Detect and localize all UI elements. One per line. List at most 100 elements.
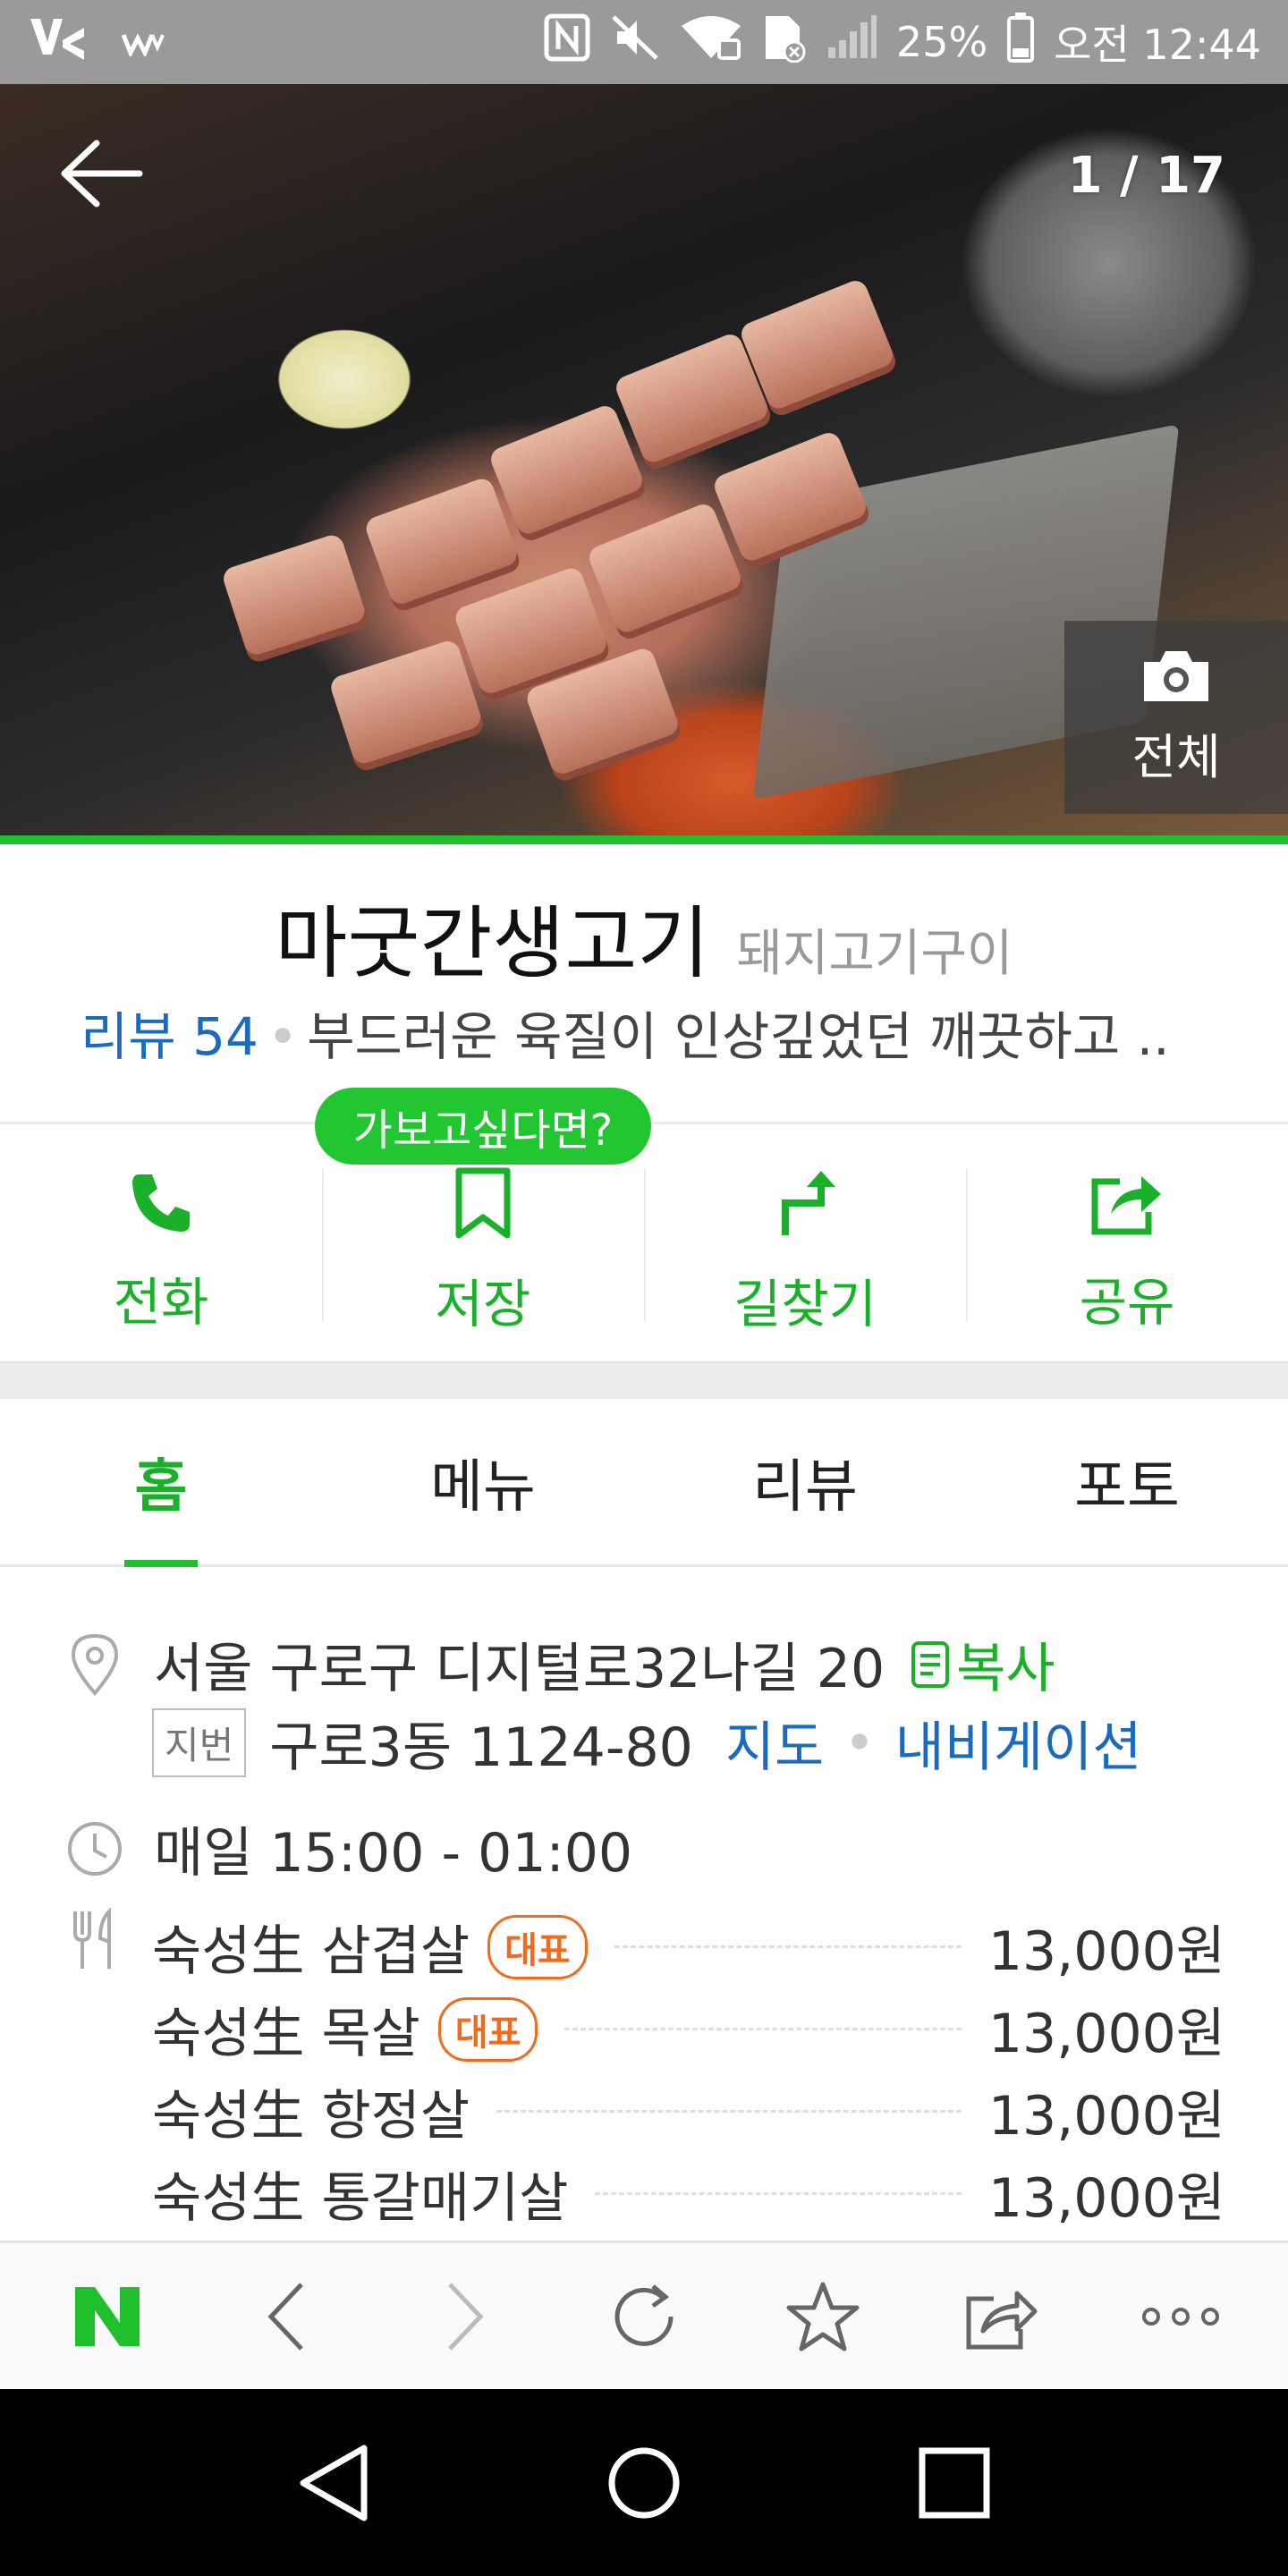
photo-counter: 1 / 17	[1067, 147, 1225, 205]
review-summary[interactable]: 리뷰 54 • 부드러운 육질이 인상깊었던 깨끗하고 ..	[80, 995, 1243, 1070]
v-logo-icon	[27, 13, 89, 72]
place-header: 마굿간생고기 돼지고기구이 리뷰 54 • 부드러운 육질이 인상깊었던 깨끗하고 …	[0, 844, 1288, 1122]
system-nav-bar	[0, 2389, 1288, 2576]
menu-item-price: 13,000원	[987, 2085, 1225, 2148]
hero-divider	[0, 835, 1288, 844]
save-tooltip-bubble: 가보고싶다면?	[315, 1088, 651, 1165]
jibun-address: 구로3동 1124-80	[269, 1716, 693, 1779]
tab-menu[interactable]: 메뉴	[322, 1399, 644, 1564]
map-link[interactable]: 지도	[725, 1704, 824, 1782]
naver-home-button[interactable]	[54, 2263, 161, 2370]
menu-item-name: 숙성生 통갈매기살	[152, 2167, 569, 2230]
hours-row: 매일 15:00 - 01:00	[63, 1809, 632, 1887]
copy-address-button[interactable]: 복사	[910, 1625, 1055, 1703]
tab-home[interactable]: 홈	[0, 1399, 322, 1564]
navigation-link[interactable]: 내비게이션	[895, 1704, 1142, 1782]
reload-button[interactable]	[590, 2263, 698, 2370]
copy-icon	[911, 1640, 950, 1688]
signature-badge: 대표	[487, 1914, 588, 1979]
fork-knife-icon	[63, 1908, 127, 1972]
hero-photo[interactable]: 1 / 17 전체	[0, 84, 1288, 837]
tab-photos[interactable]: 포토	[966, 1399, 1288, 1564]
photo-meat-piece	[585, 500, 748, 643]
mute-icon	[610, 13, 660, 72]
chevron-right-icon	[448, 2282, 484, 2351]
menu-item[interactable]: 숙성生 삼겹살 대표 13,000원	[152, 1908, 1225, 1986]
wifi-icon	[680, 13, 742, 72]
photo-meat-piece	[220, 532, 370, 665]
browser-back-button[interactable]	[233, 2263, 340, 2370]
menu-item[interactable]: 숙성生 목살 대표 13,000원	[152, 1990, 1225, 2068]
menu-item-price: 13,000원	[987, 2003, 1225, 2065]
info-section: 서울 구로구 디지털로32나길 20 복사 지번 구로3동 1124-80 지도…	[0, 1570, 1288, 2241]
chevron-left-icon	[267, 2282, 303, 2351]
separator-dot: •	[267, 1006, 299, 1067]
share-icon	[966, 2291, 1038, 2349]
separator-dot: •	[843, 1711, 876, 1775]
more-button[interactable]	[1127, 2263, 1234, 2370]
action-bar: 전화 저장 길찾기 공유	[0, 1124, 1288, 1361]
share-icon	[1091, 1175, 1161, 1234]
menu-item-name: 숙성生 목살	[152, 2003, 420, 2065]
clock-icon	[63, 1817, 127, 1881]
clock: 오전 12:44	[1054, 21, 1261, 69]
all-photos-label: 전체	[1131, 728, 1221, 785]
battery-percent: 25%	[895, 18, 988, 66]
all-photos-button[interactable]: 전체	[1064, 621, 1288, 814]
place-category: 돼지고기구이	[736, 925, 1013, 983]
nav-home-button[interactable]	[586, 2425, 702, 2541]
square-recents-icon	[919, 2447, 990, 2518]
hours-text: 매일 15:00 - 01:00	[154, 1822, 633, 1885]
menu-item[interactable]: 숙성生 항정살 13,000원	[152, 2072, 1225, 2150]
battery-icon	[1007, 12, 1035, 72]
dotted-leader	[614, 1945, 962, 1948]
copy-label: 복사	[956, 1638, 1055, 1700]
section-gap	[0, 1361, 1288, 1399]
menu-item-price: 13,000원	[987, 2167, 1225, 2230]
review-count-link[interactable]: 리뷰 54	[80, 1006, 258, 1067]
signal-icon	[826, 14, 877, 70]
save-label: 저장	[435, 1273, 531, 1335]
directions-label: 길찾기	[733, 1273, 877, 1335]
call-label: 전화	[113, 1271, 209, 1333]
location-pin-icon	[63, 1632, 127, 1697]
browser-share-button[interactable]	[948, 2263, 1055, 2370]
menu-item-name: 숙성生 항정살	[152, 2085, 470, 2148]
browser-toolbar	[0, 2241, 1288, 2389]
arrow-left-icon	[61, 140, 143, 208]
phone-icon	[132, 1174, 190, 1232]
review-snippet: 부드러운 육질이 인상깊었던 깨끗하고 ..	[307, 1006, 1170, 1067]
menu-item[interactable]: 숙성生 통갈매기살 13,000원	[152, 2155, 1225, 2233]
nav-recents-button[interactable]	[896, 2425, 1013, 2541]
browser-forward-button[interactable]	[411, 2263, 519, 2370]
tab-bar: 홈 메뉴 리뷰 포토	[0, 1399, 1288, 1567]
back-button[interactable]	[57, 138, 156, 218]
share-button[interactable]: 공유	[966, 1124, 1288, 1361]
bookmark-star-button[interactable]	[769, 2263, 877, 2370]
place-name: 마굿간생고기	[275, 897, 710, 989]
menu-item-name: 숙성生 삼겹살	[152, 1920, 470, 1983]
photo-meat-piece	[487, 402, 649, 545]
jibun-badge: 지번	[152, 1708, 247, 1777]
triangle-back-icon	[300, 2445, 368, 2521]
more-dots-icon	[1142, 2307, 1219, 2326]
address-row: 서울 구로구 디지털로32나길 20 복사	[63, 1625, 1055, 1703]
bookmark-icon	[455, 1167, 511, 1238]
photo-meat-piece	[327, 638, 487, 774]
nfc-icon	[544, 13, 590, 72]
dotted-leader	[595, 2192, 962, 2195]
reload-icon	[614, 2284, 674, 2346]
circle-home-icon	[608, 2447, 680, 2518]
naver-logo-icon	[75, 2286, 140, 2346]
w-icon	[121, 18, 166, 66]
tab-reviews[interactable]: 리뷰	[644, 1399, 966, 1564]
directions-icon	[782, 1170, 835, 1235]
star-icon	[786, 2282, 860, 2351]
directions-button[interactable]: 길찾기	[644, 1124, 966, 1361]
camera-icon	[1144, 650, 1208, 701]
menu-item-price: 13,000원	[987, 1920, 1225, 1983]
nav-back-button[interactable]	[275, 2425, 392, 2541]
call-button[interactable]: 전화	[0, 1124, 322, 1361]
dotted-leader	[496, 2110, 962, 2113]
dotted-leader	[564, 2028, 962, 2030]
